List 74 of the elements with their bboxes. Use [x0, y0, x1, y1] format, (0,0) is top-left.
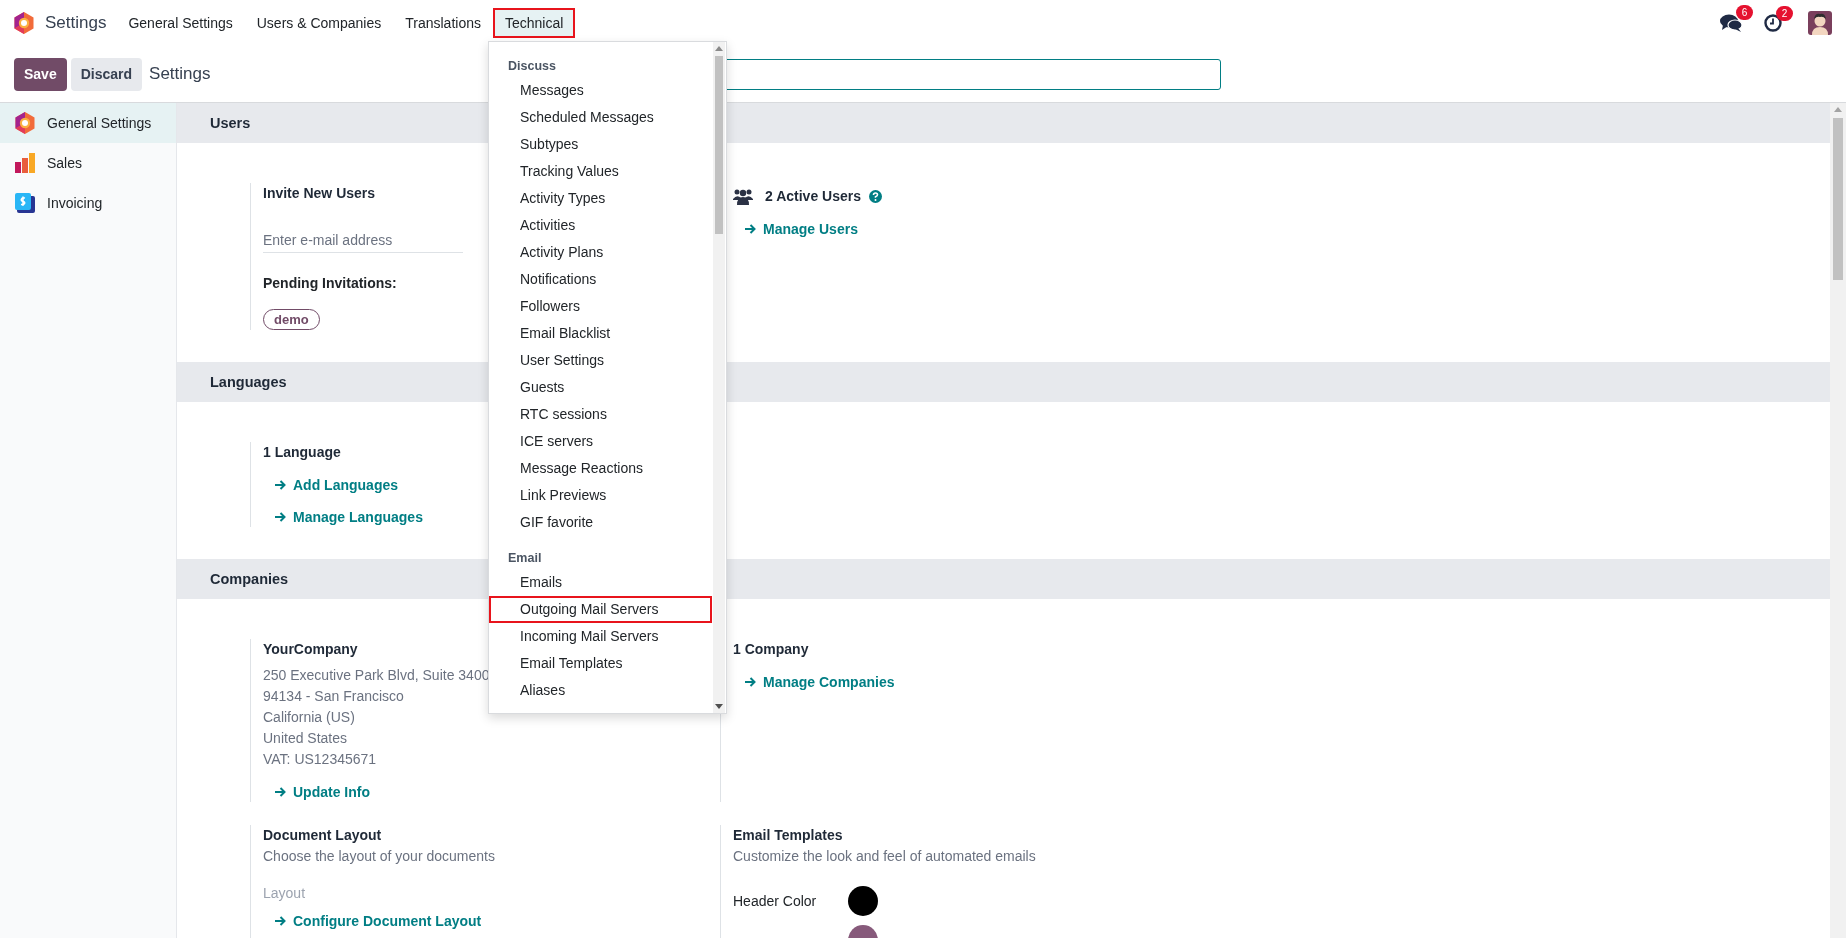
action-link[interactable]: Manage Languages: [275, 507, 423, 527]
menu-item[interactable]: GIF favorite: [489, 509, 712, 536]
action-link[interactable]: Update Info: [275, 782, 370, 802]
arrow-icon: [275, 480, 286, 490]
menu-group-header: Email: [507, 550, 543, 567]
action-link[interactable]: Configure Document Layout: [275, 911, 482, 931]
address-line: 94134 - San Francisco: [263, 687, 404, 706]
menu-item[interactable]: Email Templates: [489, 650, 712, 677]
notification-badge: 2: [1776, 6, 1793, 21]
sidebar-item[interactable]: Sales: [0, 143, 176, 183]
setting-title: 1 Company: [733, 640, 809, 659]
menu-item[interactable]: Tracking Values: [489, 158, 712, 185]
setting-title: Email Templates: [733, 826, 843, 845]
sidebar-item[interactable]: General Settings: [0, 103, 176, 143]
menu-item[interactable]: Messages: [489, 77, 712, 104]
address-line: VAT: US12345671: [263, 750, 377, 769]
setting-title: 1 Language: [263, 443, 341, 462]
menu-item[interactable]: General Settings: [116, 8, 245, 38]
user-avatar: [1808, 11, 1832, 35]
menu-item[interactable]: Incoming Mail Servers: [489, 623, 712, 650]
color-swatch[interactable]: [848, 886, 878, 916]
bar-chart-icon: [15, 153, 35, 173]
setting-label: Pending Invitations:: [263, 274, 397, 293]
menu-item[interactable]: Message Reactions: [489, 455, 712, 482]
arrow-icon: [275, 512, 286, 522]
field-label: Layout: [263, 884, 306, 903]
menu-item[interactable]: Notifications: [489, 266, 712, 293]
app-title: Settings: [45, 13, 107, 33]
menu-item[interactable]: Users & Companies: [244, 8, 394, 38]
setting-description: Customize the look and feel of automated emails: [733, 847, 1036, 866]
menu-item[interactable]: ICE servers: [489, 428, 712, 455]
setting-title: Invite New Users: [263, 184, 376, 203]
setting-title: YourCompany: [263, 640, 358, 659]
menu-item[interactable]: User Settings: [489, 347, 712, 374]
menu-item[interactable]: Guests: [489, 374, 712, 401]
sidebar-item[interactable]: Invoicing: [0, 183, 176, 223]
menu-item[interactable]: Translations: [393, 8, 493, 38]
arrow-icon: [275, 787, 286, 797]
chat-icon: [1720, 13, 1742, 33]
menu-item[interactable]: Followers: [489, 293, 712, 320]
menu-item[interactable]: Technical: [493, 8, 576, 38]
users-icon: [733, 188, 753, 205]
menu-item[interactable]: Scheduled Messages: [489, 104, 712, 131]
arrow-icon: [745, 224, 756, 234]
menu-item[interactable]: Outgoing Mail Servers: [489, 596, 712, 623]
menu-item[interactable]: Emails: [489, 569, 712, 596]
menu-item[interactable]: Link Previews: [489, 482, 712, 509]
discard-button[interactable]: Discard: [70, 57, 143, 91]
menu-item[interactable]: Email Blacklist: [489, 320, 712, 347]
save-button[interactable]: Save: [14, 57, 67, 91]
menu-item[interactable]: Activities: [489, 212, 712, 239]
arrow-icon: [745, 677, 756, 687]
app-logo-icon: [14, 12, 34, 34]
breadcrumb: Settings: [149, 64, 211, 84]
document-icon: [15, 193, 35, 213]
menu-group-header: Discuss: [507, 58, 557, 75]
setting-title: 2 Active Users: [765, 187, 861, 206]
field-label: Header Color: [733, 893, 818, 909]
menu-item[interactable]: Subtypes: [489, 131, 712, 158]
menu-item[interactable]: Activity Plans: [489, 239, 712, 266]
action-link[interactable]: Add Languages: [275, 475, 398, 495]
setting-description: Choose the layout of your documents: [263, 847, 495, 866]
arrow-icon: [275, 916, 286, 926]
clock-icon: [1764, 14, 1782, 32]
notification-badge: 6: [1736, 5, 1753, 20]
address-line: United States: [263, 729, 348, 748]
address-line: California (US): [263, 708, 355, 727]
action-link[interactable]: Manage Users: [745, 219, 858, 239]
menu-item[interactable]: Activity Types: [489, 185, 712, 212]
menu-item[interactable]: Aliases: [489, 677, 712, 704]
action-link[interactable]: Manage Companies: [745, 672, 895, 692]
menu-item[interactable]: RTC sessions: [489, 401, 712, 428]
app-logo-icon: [15, 112, 35, 134]
setting-title: Document Layout: [263, 826, 382, 845]
